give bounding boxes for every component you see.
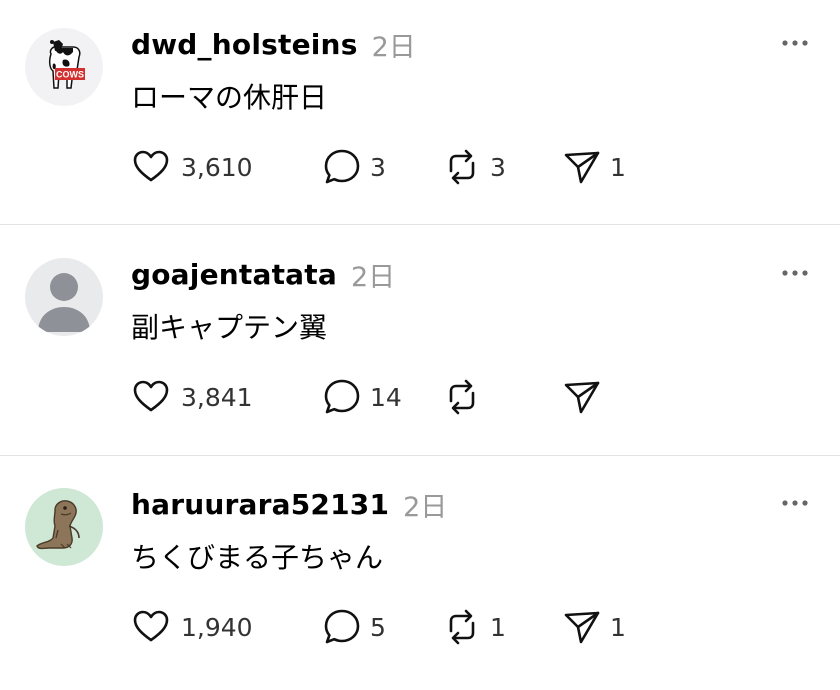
- like-button[interactable]: 3,610: [131, 146, 253, 188]
- post-text: ちくびまる子ちゃん: [131, 541, 384, 574]
- share-button[interactable]: 1: [562, 606, 626, 648]
- like-button[interactable]: 1,940: [131, 606, 253, 648]
- divider: [0, 224, 840, 225]
- share-button[interactable]: [562, 376, 610, 418]
- repost-icon: [449, 609, 475, 645]
- post-header: haruurara52131 2日: [131, 486, 448, 523]
- reply-count: 5: [370, 612, 386, 642]
- send-icon: [564, 381, 600, 414]
- cow-icon: COWS: [25, 28, 103, 106]
- timestamp: 2日: [350, 261, 396, 293]
- repost-button[interactable]: 3: [442, 146, 506, 188]
- repost-icon: [449, 149, 475, 185]
- send-icon: [564, 151, 600, 184]
- like-button[interactable]: 3,841: [131, 376, 253, 418]
- lizard-icon: [25, 488, 103, 566]
- avatar[interactable]: [25, 488, 103, 566]
- post-header: goajentatata 2日: [131, 256, 396, 293]
- heart-icon: [133, 610, 169, 642]
- comment-icon: [324, 149, 360, 184]
- repost-count: 3: [490, 152, 506, 182]
- reply-count: 3: [370, 152, 386, 182]
- reply-count: 14: [370, 382, 402, 412]
- repost-button[interactable]: [442, 376, 490, 418]
- post[interactable]: haruurara52131 2日 ちくびまる子ちゃん 1,940 5 1 1: [0, 460, 840, 690]
- username[interactable]: haruurara52131: [131, 488, 389, 521]
- more-options-icon[interactable]: [780, 498, 810, 508]
- timestamp: 2日: [371, 31, 416, 63]
- share-count: 1: [610, 152, 626, 182]
- send-icon: [564, 611, 600, 644]
- heart-icon: [133, 380, 169, 412]
- share-count: 1: [610, 612, 626, 642]
- reply-button[interactable]: 3: [322, 146, 386, 188]
- username[interactable]: goajentatata: [131, 258, 337, 291]
- repost-count: 1: [490, 612, 506, 642]
- post[interactable]: goajentatata 2日 副キャプテン翼 3,841 14: [0, 230, 840, 460]
- more-options-icon[interactable]: [780, 268, 810, 278]
- divider: [0, 455, 840, 456]
- post-header: dwd_holsteins 2日: [131, 26, 416, 63]
- repost-icon: [449, 379, 475, 415]
- heart-icon: [133, 150, 169, 182]
- username[interactable]: dwd_holsteins: [131, 28, 358, 61]
- share-button[interactable]: 1: [562, 146, 626, 188]
- avatar[interactable]: COWS: [25, 28, 103, 106]
- repost-button[interactable]: 1: [442, 606, 506, 648]
- comment-icon: [324, 609, 360, 644]
- avatar[interactable]: [25, 258, 103, 336]
- like-count: 3,610: [181, 152, 253, 182]
- comment-icon: [324, 379, 360, 414]
- post[interactable]: COWS dwd_holsteins 2日 ローマの休肝日 3,610 3 3 …: [0, 0, 840, 230]
- like-count: 3,841: [181, 382, 253, 412]
- like-count: 1,940: [181, 612, 253, 642]
- more-options-icon[interactable]: [780, 38, 810, 48]
- timestamp: 2日: [403, 491, 448, 523]
- post-text: 副キャプテン翼: [131, 311, 328, 344]
- svg-text:COWS: COWS: [56, 70, 84, 80]
- default-avatar-icon: [25, 258, 103, 336]
- reply-button[interactable]: 14: [322, 376, 402, 418]
- post-text: ローマの休肝日: [131, 81, 328, 114]
- reply-button[interactable]: 5: [322, 606, 386, 648]
